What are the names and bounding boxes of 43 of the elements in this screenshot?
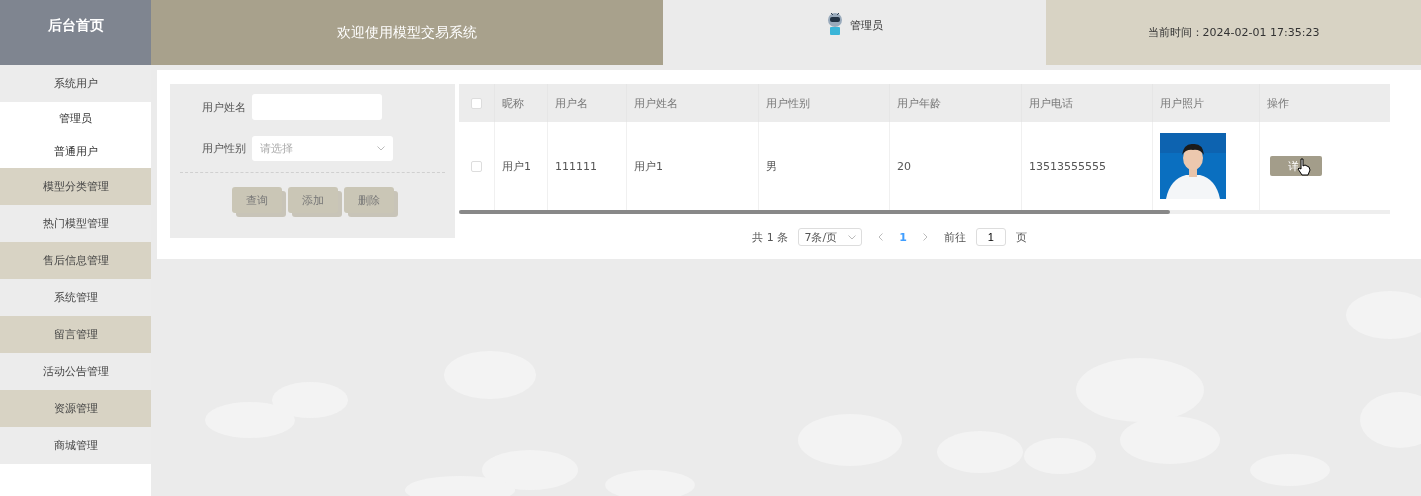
goto-label: 前往: [943, 229, 966, 245]
sidebar-item[interactable]: 留言管理: [0, 316, 151, 353]
column-header: 操作: [1259, 84, 1390, 122]
table-cell: 用户1: [502, 158, 531, 174]
select-all-checkbox[interactable]: [471, 97, 482, 109]
sidebar-item[interactable]: 售后信息管理: [0, 242, 151, 279]
table-cell: 20: [897, 159, 911, 173]
row-checkbox[interactable]: [471, 160, 482, 172]
column-header: 用户性别: [758, 84, 889, 122]
sidebar-item[interactable]: 模型分类管理: [0, 168, 151, 205]
chevron-down-icon: [847, 234, 856, 240]
column-header: 用户电话: [1021, 84, 1152, 122]
scrollbar-thumb[interactable]: [459, 210, 1170, 214]
prev-page-icon[interactable]: [878, 233, 884, 241]
sidebar-item[interactable]: 系统用户: [0, 65, 151, 102]
chevron-down-icon: [377, 145, 385, 151]
sidebar-item[interactable]: 资源管理: [0, 390, 151, 427]
field-label: 用户性别: [201, 140, 246, 156]
user-name: 管理员: [850, 18, 883, 33]
column-header: 用户名: [547, 84, 626, 122]
current-time: 当前时间：2024-02-01 17:35:23: [1046, 0, 1421, 65]
sidebar-item[interactable]: 商城管理: [0, 427, 151, 464]
page-size-select[interactable]: 7条/页: [798, 228, 863, 246]
sidebar-item[interactable]: 热门模型管理: [0, 205, 151, 242]
robot-icon: [826, 12, 844, 36]
page-input-field[interactable]: 1: [975, 228, 1006, 246]
sidebar-title[interactable]: 后台首页: [0, 0, 151, 65]
column-header: 用户姓名: [626, 84, 758, 122]
next-page-icon[interactable]: [922, 233, 928, 241]
header-title: 欢迎使用模型交易系统: [151, 0, 663, 65]
sidebar-item[interactable]: 系统管理: [0, 279, 151, 316]
column-header: 用户照片: [1152, 84, 1259, 122]
hand-cursor-icon: [1297, 158, 1311, 176]
table-cell: 13513555555: [1029, 159, 1106, 173]
table-cell: 男: [766, 158, 777, 174]
page-unit: 页: [1015, 229, 1027, 245]
table-cell: 用户1: [634, 158, 663, 174]
total-count: 共 1 条: [752, 229, 789, 245]
sidebar-item[interactable]: 活动公告管理: [0, 353, 151, 390]
column-header: 用户年龄: [889, 84, 1021, 122]
column-header: 昵称: [494, 84, 547, 122]
table-cell: 111111: [555, 159, 597, 173]
field-label: 用户姓名: [201, 99, 246, 115]
